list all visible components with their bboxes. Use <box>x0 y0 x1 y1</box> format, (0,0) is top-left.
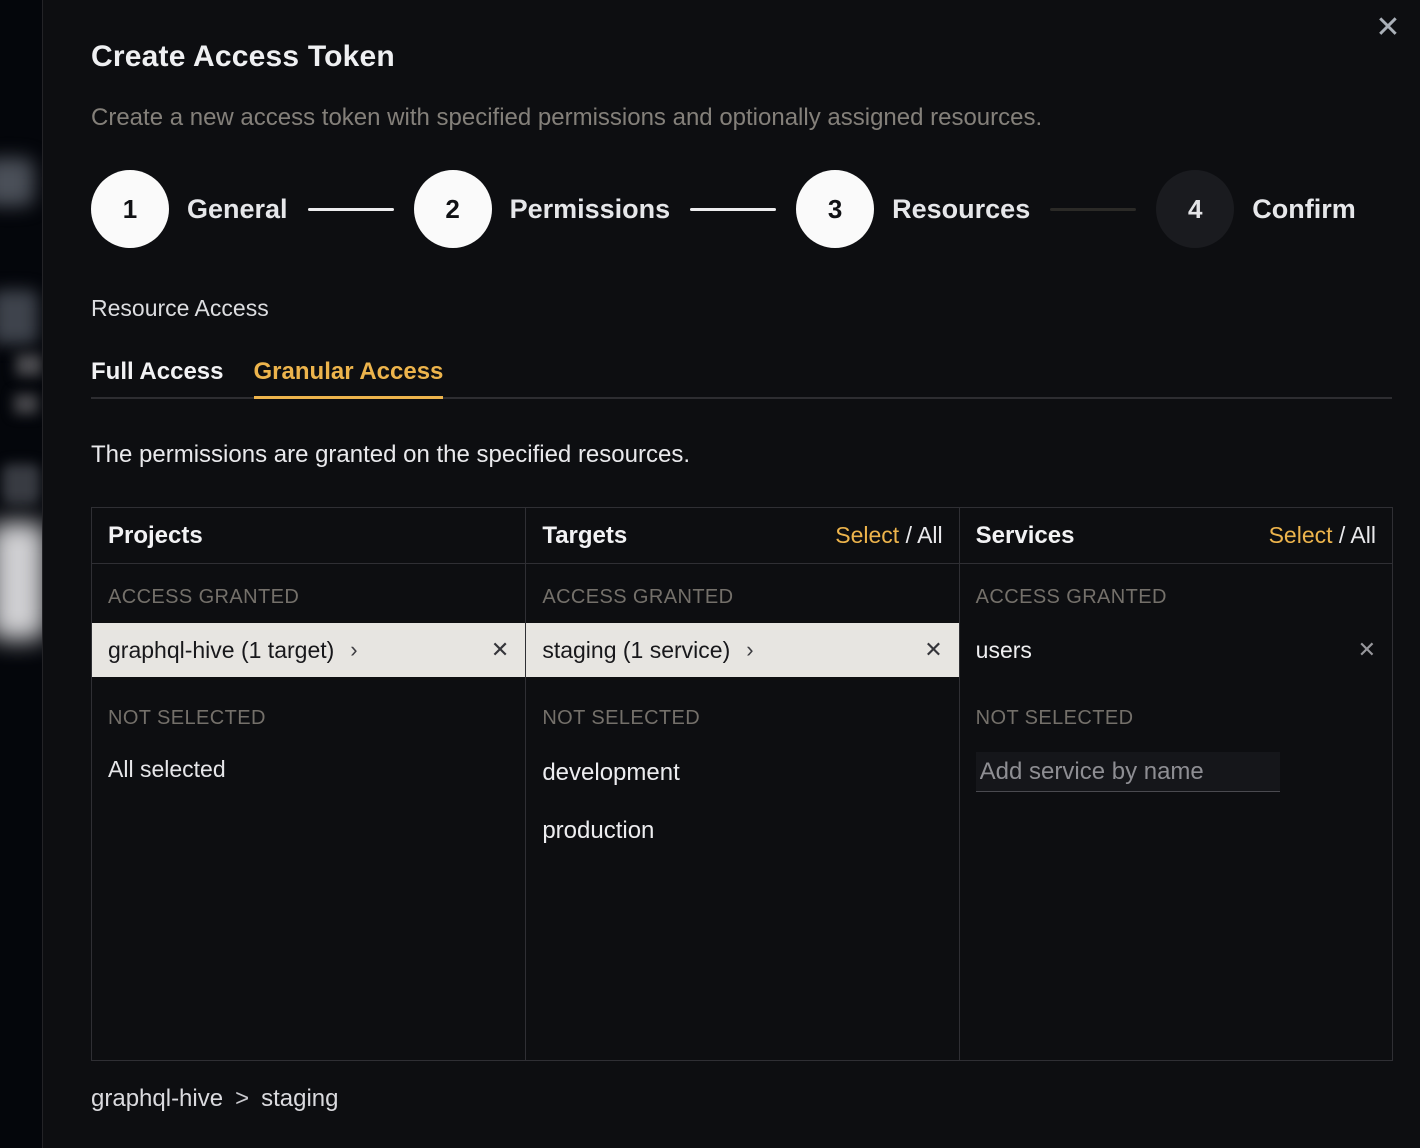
granted-service-name: users <box>976 637 1032 664</box>
services-column: Services Select / All ACCESS GRANTED use… <box>959 508 1392 1060</box>
granted-service-row[interactable]: users ✕ <box>960 623 1392 677</box>
remove-service-icon[interactable]: ✕ <box>1358 637 1376 663</box>
services-access-granted-label: ACCESS GRANTED <box>960 564 1392 623</box>
tab-full-access[interactable]: Full Access <box>91 358 224 397</box>
services-not-selected-label: NOT SELECTED <box>960 677 1392 744</box>
background-blur-blob <box>0 522 43 640</box>
target-item-production[interactable]: production <box>526 802 958 860</box>
target-item-development[interactable]: development <box>526 744 958 802</box>
services-select-all[interactable]: Select / All <box>1269 522 1376 549</box>
tab-granular-access[interactable]: Granular Access <box>254 358 444 399</box>
access-mode-tabs: Full Access Granular Access <box>91 358 1392 399</box>
background-blur-blob <box>0 290 38 344</box>
selected-target-name: staging (1 service) <box>542 637 730 664</box>
chevron-right-icon: › <box>746 637 753 663</box>
background-blur-blob <box>2 464 40 504</box>
background-blur-blob <box>0 158 34 206</box>
services-all-link[interactable]: / All <box>1339 522 1376 548</box>
services-column-title: Services <box>976 522 1075 550</box>
remove-target-icon[interactable]: ✕ <box>924 637 942 663</box>
breadcrumb: graphql-hive > staging <box>91 1085 1392 1113</box>
step-connector <box>1050 208 1136 211</box>
add-service-input[interactable] <box>976 752 1280 792</box>
selected-target-row[interactable]: staging (1 service) › ✕ <box>526 623 958 677</box>
targets-column: Targets Select / All ACCESS GRANTED stag… <box>525 508 958 1060</box>
resource-access-heading: Resource Access <box>91 295 1392 322</box>
chevron-right-icon: › <box>350 637 357 663</box>
projects-column: Projects ACCESS GRANTED graphql-hive (1 … <box>92 508 525 1060</box>
step-connector <box>308 208 394 211</box>
projects-column-header: Projects <box>92 508 525 564</box>
targets-select-link[interactable]: Select <box>835 522 899 548</box>
step-label: Confirm <box>1252 194 1356 225</box>
projects-column-title: Projects <box>108 522 203 550</box>
selected-project-row[interactable]: graphql-hive (1 target) › ✕ <box>92 623 525 677</box>
projects-access-granted-label: ACCESS GRANTED <box>92 564 525 623</box>
breadcrumb-separator: > <box>235 1085 249 1113</box>
step-connector <box>690 208 776 211</box>
services-column-header: Services Select / All <box>960 508 1392 564</box>
background-page-strip <box>0 0 43 1148</box>
background-blur-blob <box>14 394 38 414</box>
targets-column-title: Targets <box>542 522 627 550</box>
wizard-stepper: 1 General 2 Permissions 3 Resources 4 Co… <box>91 170 1392 248</box>
remove-project-icon[interactable]: ✕ <box>491 637 509 663</box>
services-select-link[interactable]: Select <box>1269 522 1333 548</box>
step-number-badge: 1 <box>91 170 169 248</box>
step-number-badge: 4 <box>1156 170 1234 248</box>
step-confirm: 4 Confirm <box>1156 170 1356 248</box>
breadcrumb-target: staging <box>261 1085 338 1113</box>
step-permissions: 2 Permissions <box>414 170 671 248</box>
breadcrumb-project: graphql-hive <box>91 1085 223 1113</box>
step-label: Permissions <box>510 194 671 225</box>
step-number-badge: 3 <box>796 170 874 248</box>
selected-project-name: graphql-hive (1 target) <box>108 637 334 664</box>
background-blur-blob <box>16 354 42 376</box>
resource-picker-table: Projects ACCESS GRANTED graphql-hive (1 … <box>91 507 1393 1061</box>
targets-access-granted-label: ACCESS GRANTED <box>526 564 958 623</box>
step-label: Resources <box>892 194 1030 225</box>
granular-access-description: The permissions are granted on the speci… <box>91 441 1392 469</box>
close-icon[interactable]: ✕ <box>1370 12 1406 48</box>
create-access-token-modal: ✕ Create Access Token Create a new acces… <box>42 0 1420 1148</box>
step-label: General <box>187 194 288 225</box>
modal-subtitle: Create a new access token with specified… <box>91 104 1392 132</box>
projects-not-selected-label: NOT SELECTED <box>92 677 525 744</box>
targets-all-link[interactable]: / All <box>906 522 943 548</box>
targets-select-all[interactable]: Select / All <box>835 522 942 549</box>
step-resources: 3 Resources <box>796 170 1030 248</box>
projects-all-selected-note: All selected <box>92 744 525 795</box>
page-title: Create Access Token <box>91 40 1392 74</box>
step-number-badge: 2 <box>414 170 492 248</box>
step-general: 1 General <box>91 170 288 248</box>
targets-not-selected-label: NOT SELECTED <box>526 677 958 744</box>
targets-column-header: Targets Select / All <box>526 508 958 564</box>
